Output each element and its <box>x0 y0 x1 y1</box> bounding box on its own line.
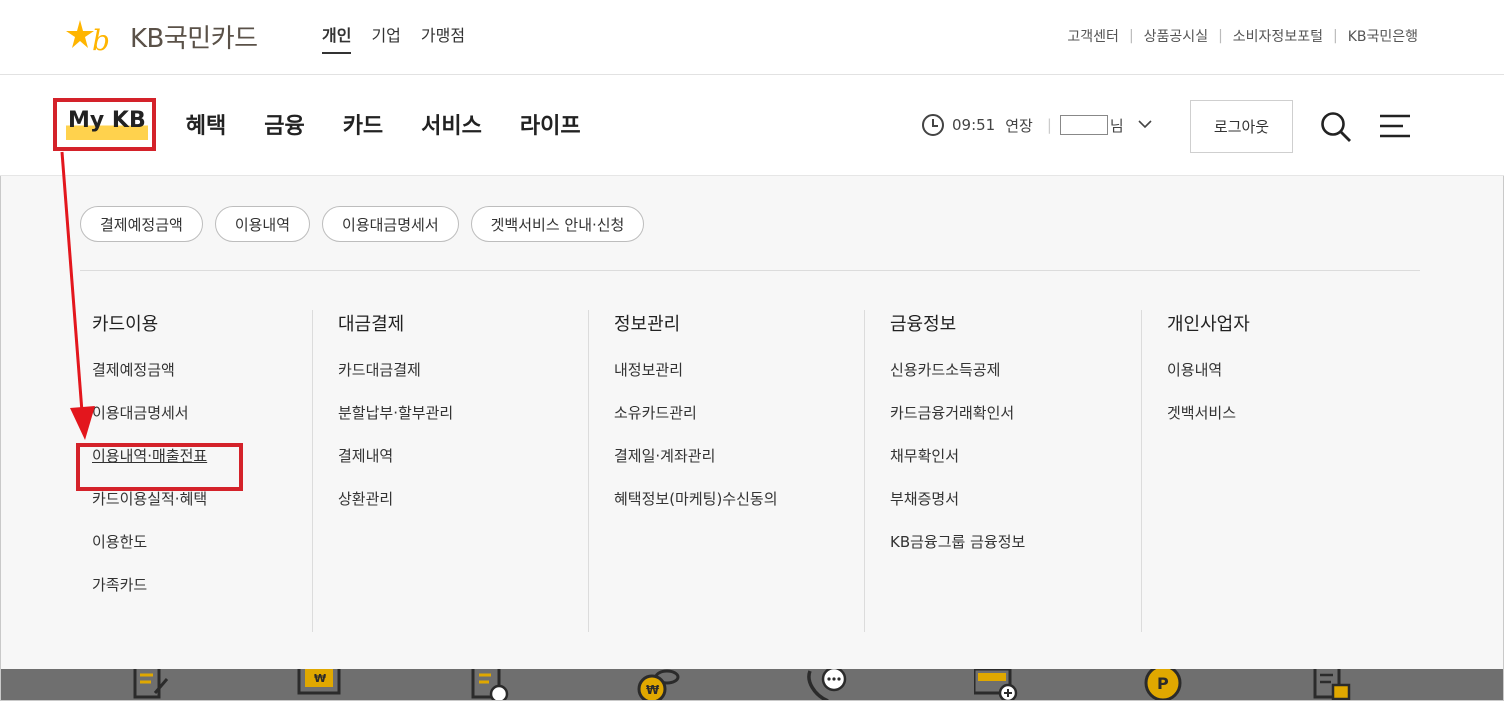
segment-tabs: 개인 기업 가맹점 <box>322 22 465 54</box>
link-product-disclosure[interactable]: 상품공시실 <box>1144 26 1208 46</box>
column-title: 개인사업자 <box>1167 314 1250 335</box>
top-bar: b KB국민카드 개인 기업 가맹점 고객센터 | 상품공시실 | 소비자정보포… <box>0 0 1504 75</box>
menu-item[interactable]: 소유카드관리 <box>614 402 864 445</box>
chip-getback-service[interactable]: 겟백서비스 안내·신청 <box>470 206 645 242</box>
link-customer-center[interactable]: 고객센터 <box>1067 26 1119 46</box>
menu-item[interactable]: 이용한도 <box>92 531 312 574</box>
highlight-box-my-kb <box>53 98 156 151</box>
column-title: 금융정보 <box>890 314 957 335</box>
my-kb-dropdown-panel: 결제예정금액 이용내역 이용대금명세서 겟백서비스 안내·신청 카드이용 결제예… <box>1 176 1503 669</box>
document-check-icon[interactable] <box>469 669 513 700</box>
column-title: 카드이용 <box>92 314 159 335</box>
menu-column-info-management: 정보관리 내정보관리 소유카드관리 결제일·계좌관리 혜택정보(마케팅)수신동의 <box>588 310 864 632</box>
menu-item[interactable]: 카드금융거래확인서 <box>890 402 1141 445</box>
column-title: 정보관리 <box>614 314 681 335</box>
nav-life[interactable]: 라이프 <box>520 108 581 140</box>
kb-logo[interactable]: b KB국민카드 <box>66 16 258 56</box>
separator: | <box>1332 28 1338 44</box>
menu-item[interactable]: 분할납부·할부관리 <box>338 402 588 445</box>
link-kb-bank[interactable]: KB국민은행 <box>1348 26 1418 46</box>
won-coin-icon[interactable]: ₩ <box>637 669 681 700</box>
nav-service[interactable]: 서비스 <box>421 108 482 140</box>
menu-item[interactable]: 부채증명서 <box>890 488 1141 531</box>
column-title: 대금결제 <box>338 314 405 335</box>
session-info: 09:51 연장 | 님 <box>922 114 1152 136</box>
document-edit-icon[interactable] <box>129 669 173 700</box>
menu-item[interactable]: 상환관리 <box>338 488 588 531</box>
won-monitor-icon[interactable]: ₩ <box>297 669 341 700</box>
divider <box>80 270 1420 271</box>
segment-merchant[interactable]: 가맹점 <box>421 22 465 54</box>
chip-statement[interactable]: 이용대금명세서 <box>322 206 459 242</box>
menu-item[interactable]: KB금융그룹 금융정보 <box>890 531 1141 574</box>
menu-column-payment: 대금결제 카드대금결제 분할납부·할부관리 결제내역 상환관리 <box>312 310 588 632</box>
separator: | <box>1218 28 1223 44</box>
separator: | <box>1128 28 1134 44</box>
segment-personal[interactable]: 개인 <box>322 22 352 54</box>
link-consumer-portal[interactable]: 소비자정보포털 <box>1233 26 1323 46</box>
search-icon[interactable] <box>1320 111 1352 143</box>
menu-item[interactable]: 결제내역 <box>338 445 588 488</box>
svg-text:₩: ₩ <box>314 672 326 685</box>
quick-chips: 결제예정금액 이용내역 이용대금명세서 겟백서비스 안내·신청 <box>80 206 645 242</box>
menu-item[interactable]: 채무확인서 <box>890 445 1141 488</box>
nav-card[interactable]: 카드 <box>343 108 383 140</box>
menu-column-financial-info: 금융정보 신용카드소득공제 카드금융거래확인서 채무확인서 부채증명서 KB금융… <box>864 310 1141 632</box>
segment-business[interactable]: 기업 <box>371 22 400 54</box>
nav-finance[interactable]: 금융 <box>264 108 304 140</box>
separator: | <box>1046 116 1052 134</box>
menu-column-sole-proprietor: 개인사업자 이용내역 겟백서비스 <box>1141 310 1420 632</box>
chip-payment-due[interactable]: 결제예정금액 <box>80 206 203 242</box>
phone-chat-icon[interactable] <box>804 669 848 700</box>
menu-item[interactable]: 결제예정금액 <box>92 359 312 402</box>
chip-usage-history[interactable]: 이용내역 <box>214 206 311 242</box>
logout-button[interactable]: 로그아웃 <box>1190 100 1293 153</box>
svg-text:₩: ₩ <box>646 683 660 697</box>
user-name-suffix: 님 <box>1109 116 1124 135</box>
hamburger-menu-icon[interactable] <box>1379 112 1411 140</box>
svg-text:b: b <box>92 24 110 56</box>
menu-item[interactable]: 이용대금명세서 <box>92 402 312 445</box>
menu-item[interactable]: 결제일·계좌관리 <box>614 445 864 488</box>
user-name-box <box>1059 115 1108 135</box>
document-lock-icon[interactable] <box>1311 669 1355 700</box>
menu-item[interactable]: 신용카드소득공제 <box>890 359 1141 402</box>
clock-icon <box>922 114 944 136</box>
menu-item[interactable]: 카드이용실적·혜택 <box>92 488 312 531</box>
session-time: 09:51 <box>952 116 996 134</box>
svg-text:P: P <box>1157 674 1169 693</box>
utility-links: 고객센터 | 상품공시실 | 소비자정보포털 | KB국민은행 <box>1067 26 1418 46</box>
menu-item[interactable]: 겟백서비스 <box>1167 402 1420 445</box>
kb-star-icon: b <box>66 20 110 56</box>
menu-item[interactable]: 가족카드 <box>92 574 312 617</box>
card-add-icon[interactable] <box>974 669 1018 700</box>
menu-item[interactable]: 카드대금결제 <box>338 359 588 402</box>
menu-item[interactable]: 내정보관리 <box>614 359 864 402</box>
nav-benefits[interactable]: 혜택 <box>186 108 226 140</box>
session-extend-button[interactable]: 연장 <box>1005 115 1033 136</box>
point-icon[interactable]: P <box>1141 669 1185 700</box>
quick-icon-strip: ₩ ₩ P <box>1 669 1503 700</box>
logo-text: KB국민카드 <box>130 23 258 54</box>
chevron-down-icon[interactable] <box>1138 117 1152 133</box>
menu-item[interactable]: 이용내역 <box>1167 359 1420 402</box>
highlight-box-usage-receipt <box>76 443 243 491</box>
menu-item[interactable]: 혜택정보(마케팅)수신동의 <box>614 488 864 531</box>
